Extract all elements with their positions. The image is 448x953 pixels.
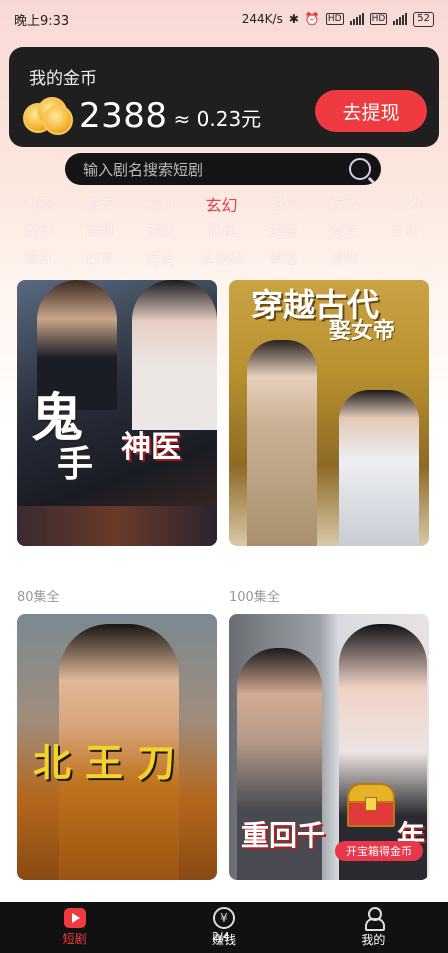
search-icon[interactable] [349,158,371,180]
poster-title: 手 [57,443,94,485]
poster-title: 重回千 [241,819,326,852]
drama-card[interactable]: 北王刀 [17,614,217,880]
poster-image [339,390,419,546]
tab-earn[interactable]: ¥ 赚钱 [149,902,298,953]
tab-dramas[interactable]: 短剧 [0,902,149,953]
category-tab[interactable]: 乡村 [374,221,435,241]
user-icon [362,907,386,931]
poster-image [132,280,217,430]
category-row: 喵片 古言 历史 其他类 兽炮 修仙 [0,244,448,271]
search-bar[interactable]: 输入剧名搜索短剧 [65,153,381,185]
hd-icon: HD [369,13,388,25]
category-tab-active[interactable]: 玄幻 [191,192,252,216]
poster-title: 神医 [121,430,181,465]
category-tab[interactable]: 推荐 [8,194,69,214]
network-speed: 244K/s [241,12,283,26]
poster-image [17,506,217,546]
category-tab[interactable]: 逆袭 [252,221,313,241]
tab-label: 我的 [361,933,386,947]
treasure-chest-icon[interactable] [345,783,397,827]
bottom-tab-bar: 短剧 ¥ 赚钱 我的 [0,902,448,953]
category-tab[interactable]: 其他类 [191,248,252,268]
category-tab[interactable]: 暴躁 [191,221,252,241]
category-tab[interactable]: 家庭 [130,221,191,241]
search-placeholder: 输入剧名搜索短剧 [83,160,204,179]
category-tab[interactable]: 修仙 [313,248,374,268]
status-icons: 244K/s ✱ ⏰ HD HD 52 [241,11,434,27]
episode-count: 80集全 [17,590,60,605]
status-time: 晚上9:33 [14,13,70,29]
poster-title: 北王刀 [33,740,190,785]
coin-approx-value: ≈ 0.23元 [173,107,262,131]
battery-icon: 52 [413,11,434,27]
tab-label: 短剧 [62,932,87,946]
category-tab[interactable]: 喵片 [8,248,69,268]
category-tab[interactable]: 兽炮 [252,248,313,268]
category-tab[interactable]: 魔幻 [8,221,69,241]
coin-amount: 2388 [79,96,168,136]
yen-icon: ¥ [212,907,235,929]
category-tab[interactable]: 甜宠 [252,194,313,214]
hd-icon: HD [325,13,344,25]
alarm-icon: ⏰ [304,12,320,26]
category-tab[interactable]: 历史 [130,248,191,268]
category-tab[interactable]: 都市 [69,194,130,214]
poster-title: 娶女帝 [329,318,396,344]
category-tab[interactable]: 古言 [69,248,130,268]
category-row: 推荐 都市 热血 玄幻 甜宠 校园 古风 [0,190,448,217]
treasure-reward-button[interactable]: 开宝箱得金币 [335,841,423,861]
category-row: 魔幻 高甜 家庭 暴躁 逆袭 恋爱 乡村 [0,217,448,244]
tab-profile[interactable]: 我的 [299,902,448,953]
signal-icon [349,13,364,25]
category-tabs: 推荐 都市 热血 玄幻 甜宠 校园 古风 魔幻 高甜 家庭 暴躁 逆袭 恋爱 乡… [0,190,448,271]
coin-card: 我的金币 2388 ≈ 0.23元 去提现 [9,47,439,147]
signal-icon [393,13,408,25]
poster-image [247,340,317,546]
play-icon [63,908,86,928]
category-tab[interactable]: 热血 [130,194,191,214]
coin-balance-row: 2388 ≈ 0.23元 [23,95,261,135]
drama-card[interactable]: 鬼 手 神医 [17,280,217,546]
page-indicator: 2/4 [212,930,230,943]
category-tab[interactable]: 古风 [374,194,435,214]
category-tab[interactable]: 高甜 [69,221,130,241]
category-tab[interactable]: 恋爱 [313,221,374,241]
coin-stack-icon [23,95,73,135]
bluetooth-icon: ✱ [288,12,299,26]
drama-card[interactable]: 穿越古代 娶女帝 [229,280,429,546]
withdraw-button[interactable]: 去提现 [315,90,427,132]
category-tab[interactable]: 校园 [313,194,374,214]
status-bar: 晚上9:33 244K/s ✱ ⏰ HD HD 52 [0,0,448,38]
episode-count: 100集全 [229,590,280,605]
coin-card-title: 我的金币 [29,69,97,89]
